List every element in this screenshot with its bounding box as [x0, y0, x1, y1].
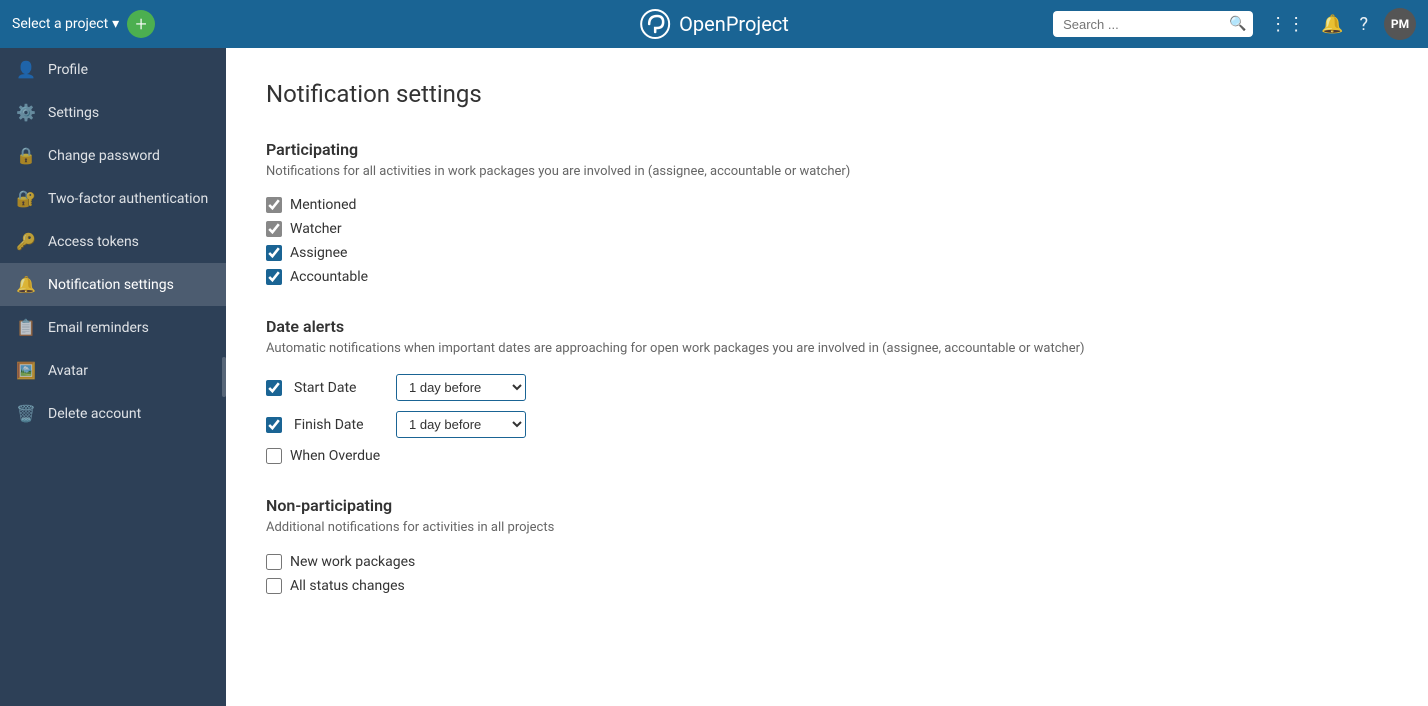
new-work-packages-row: New work packages — [266, 554, 1388, 570]
two-factor-icon: 🔐 — [16, 189, 36, 208]
sidebar-item-label: Avatar — [48, 363, 88, 379]
sidebar-item-label: Delete account — [48, 406, 141, 422]
sidebar-item-label: Profile — [48, 62, 88, 78]
date-alerts-desc: Automatic notifications when important d… — [266, 340, 1388, 358]
sidebar-item-label: Two-factor authentication — [48, 191, 208, 207]
search-input[interactable] — [1063, 17, 1223, 32]
sidebar-item-label: Email reminders — [48, 320, 149, 336]
top-navigation: Select a project ▾ + OpenProject 🔍 ⋮⋮ 🔔 … — [0, 0, 1428, 48]
sidebar-resize-handle[interactable] — [222, 357, 226, 397]
help-icon[interactable]: ? — [1359, 14, 1368, 35]
avatar[interactable]: PM — [1384, 8, 1416, 40]
add-project-button[interactable]: + — [127, 10, 155, 38]
logo-text: OpenProject — [679, 12, 789, 36]
finish-date-label: Finish Date — [294, 417, 384, 433]
all-status-changes-row: All status changes — [266, 578, 1388, 594]
profile-icon: 👤 — [16, 60, 36, 79]
chevron-down-icon: ▾ — [112, 16, 119, 32]
sidebar-item-notification-settings[interactable]: 🔔 Notification settings — [0, 263, 226, 306]
assignee-row: Assignee — [266, 245, 1388, 261]
search-box[interactable]: 🔍 — [1053, 11, 1253, 37]
new-work-packages-checkbox[interactable] — [266, 554, 282, 570]
when-overdue-checkbox[interactable] — [266, 448, 282, 464]
page-title: Notification settings — [266, 80, 1388, 108]
finish-date-checkbox[interactable] — [266, 417, 282, 433]
all-status-changes-label: All status changes — [290, 578, 405, 594]
select-project-label: Select a project — [12, 16, 108, 32]
sidebar-item-avatar[interactable]: 🖼️ Avatar — [0, 349, 226, 392]
new-work-packages-label: New work packages — [290, 554, 415, 570]
sidebar-item-settings[interactable]: ⚙️ Settings — [0, 91, 226, 134]
sidebar-item-email-reminders[interactable]: 📋 Email reminders — [0, 306, 226, 349]
settings-icon: ⚙️ — [16, 103, 36, 122]
access-tokens-icon: 🔑 — [16, 232, 36, 251]
non-participating-desc: Additional notifications for activities … — [266, 519, 1388, 537]
assignee-label: Assignee — [290, 245, 347, 261]
sidebar-item-label: Change password — [48, 148, 160, 164]
when-overdue-row: When Overdue — [266, 448, 1388, 464]
date-alerts-title: Date alerts — [266, 317, 1388, 336]
start-date-label: Start Date — [294, 380, 384, 396]
non-participating-title: Non-participating — [266, 496, 1388, 515]
sidebar-item-access-tokens[interactable]: 🔑 Access tokens — [0, 220, 226, 263]
notification-settings-icon: 🔔 — [16, 275, 36, 294]
change-password-icon: 🔒 — [16, 146, 36, 165]
delete-account-icon: 🗑️ — [16, 404, 36, 423]
sidebar-item-profile[interactable]: 👤 Profile — [0, 48, 226, 91]
assignee-checkbox[interactable] — [266, 245, 282, 261]
accountable-row: Accountable — [266, 269, 1388, 285]
avatar-icon: 🖼️ — [16, 361, 36, 380]
sidebar-item-label: Notification settings — [48, 277, 174, 293]
non-participating-section: Non-participating Additional notificatio… — [266, 496, 1388, 593]
main-content: Notification settings Participating Noti… — [226, 48, 1428, 706]
start-date-row: Start Date 1 day before2 days before3 da… — [266, 374, 1388, 401]
accountable-label: Accountable — [290, 269, 368, 285]
mentioned-label: Mentioned — [290, 197, 356, 213]
sidebar-item-two-factor[interactable]: 🔐 Two-factor authentication — [0, 177, 226, 220]
email-reminders-icon: 📋 — [16, 318, 36, 337]
accountable-checkbox[interactable] — [266, 269, 282, 285]
finish-date-select[interactable]: 1 day before2 days before3 days before1 … — [396, 411, 526, 438]
date-alerts-section: Date alerts Automatic notifications when… — [266, 317, 1388, 464]
watcher-checkbox[interactable] — [266, 221, 282, 237]
watcher-label: Watcher — [290, 221, 342, 237]
sidebar-item-change-password[interactable]: 🔒 Change password — [0, 134, 226, 177]
participating-title: Participating — [266, 140, 1388, 159]
start-date-checkbox[interactable] — [266, 380, 282, 396]
all-status-changes-checkbox[interactable] — [266, 578, 282, 594]
watcher-row: Watcher — [266, 221, 1388, 237]
notifications-icon[interactable]: 🔔 — [1321, 14, 1343, 35]
start-date-select[interactable]: 1 day before2 days before3 days before1 … — [396, 374, 526, 401]
sidebar-item-label: Settings — [48, 105, 99, 121]
mentioned-checkbox[interactable] — [266, 197, 282, 213]
sidebar: 👤 Profile ⚙️ Settings 🔒 Change password … — [0, 48, 226, 706]
sidebar-item-delete-account[interactable]: 🗑️ Delete account — [0, 392, 226, 435]
select-project-button[interactable]: Select a project ▾ — [12, 16, 119, 32]
apps-icon[interactable]: ⋮⋮ — [1269, 14, 1305, 35]
participating-section: Participating Notifications for all acti… — [266, 140, 1388, 285]
participating-desc: Notifications for all activities in work… — [266, 163, 1388, 181]
logo-icon — [639, 8, 671, 40]
finish-date-row: Finish Date 1 day before2 days before3 d… — [266, 411, 1388, 438]
mentioned-row: Mentioned — [266, 197, 1388, 213]
search-icon: 🔍 — [1229, 16, 1246, 32]
logo: OpenProject — [639, 8, 789, 40]
sidebar-item-label: Access tokens — [48, 234, 139, 250]
when-overdue-label: When Overdue — [290, 448, 380, 464]
